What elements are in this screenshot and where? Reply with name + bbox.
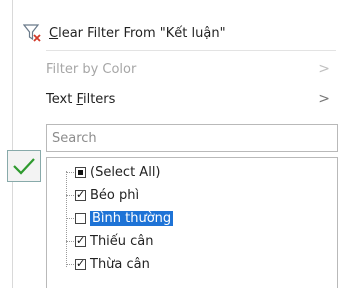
text-filters-label: Text Filters (46, 91, 116, 107)
menu-separator (46, 50, 336, 51)
list-item-select-all[interactable]: (Select All) (66, 162, 161, 182)
list-item[interactable]: Thiếu cân (66, 231, 154, 251)
checkbox[interactable] (75, 257, 86, 270)
checkbox[interactable] (75, 212, 86, 224)
search-input[interactable] (46, 124, 338, 152)
clear-filter-label: Clear Filter From "Kết luận" (49, 25, 226, 41)
clear-filter-icon (22, 23, 43, 43)
text-filters-item[interactable]: Text Filters > (46, 88, 338, 110)
list-item-label: Bình thường (88, 209, 175, 227)
clear-filter-item[interactable]: Clear Filter From "Kết luận" (22, 22, 226, 44)
list-item-label: Thừa cân (90, 256, 150, 272)
list-item[interactable]: Thừa cân (66, 254, 150, 274)
list-item-label: Thiếu cân (90, 233, 154, 249)
filter-by-color-item[interactable]: Filter by Color > (46, 58, 338, 80)
chevron-right-icon: > (318, 61, 330, 77)
list-item[interactable]: Bình thường (66, 208, 175, 228)
filter-by-color-label: Filter by Color (46, 61, 137, 77)
left-strip (0, 0, 13, 288)
list-item[interactable]: Béo phì (66, 185, 139, 205)
ok-check-button[interactable] (7, 150, 41, 182)
checkbox[interactable] (75, 188, 86, 201)
checkmark-icon (13, 158, 35, 175)
chevron-right-icon: > (318, 91, 330, 107)
checkbox[interactable] (75, 234, 86, 247)
checkbox[interactable] (75, 166, 86, 178)
list-item-label: (Select All) (90, 164, 161, 180)
list-item-label: Béo phì (90, 187, 140, 203)
